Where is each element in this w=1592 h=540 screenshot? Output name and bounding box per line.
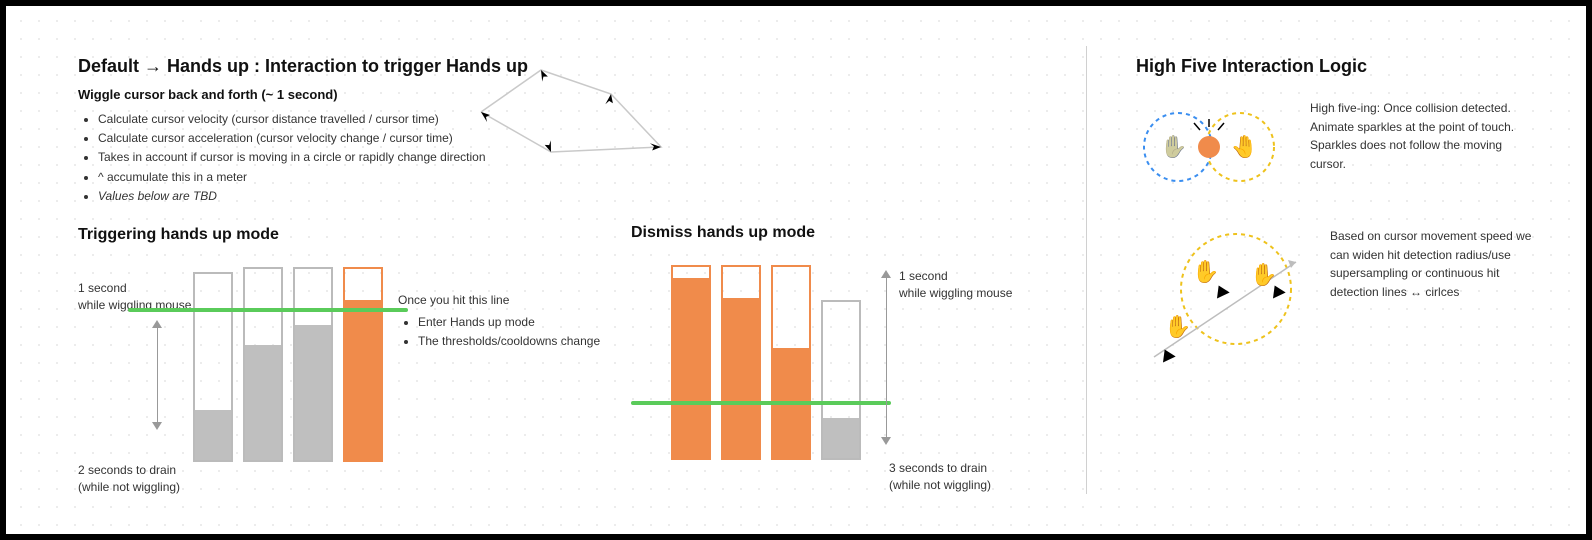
meter-bar bbox=[821, 300, 861, 460]
arrow-up-icon bbox=[879, 270, 893, 445]
bar-group bbox=[193, 267, 383, 462]
threshold-line bbox=[128, 308, 408, 312]
hand-yellow-icon: ✋ bbox=[1192, 261, 1219, 283]
down-time-label: 3 seconds to drain (while not wiggling) bbox=[889, 460, 1039, 494]
meter-bar bbox=[193, 272, 233, 462]
hifive-heading: High Five Interaction Logic bbox=[1136, 56, 1536, 77]
collision-figure: ✋ ✋ bbox=[1136, 99, 1286, 189]
meter-bar bbox=[243, 267, 283, 462]
meter-bar-active bbox=[671, 265, 711, 460]
meter-bar-active bbox=[721, 265, 761, 460]
triggering-chart: 1 second while wiggling mouse 2 seconds … bbox=[78, 252, 518, 492]
up-time-label: 1 second while wiggling mouse bbox=[899, 268, 1039, 302]
meter-bar-active bbox=[771, 265, 811, 460]
dismiss-section: Dismiss hands up mode 1 second while wig… bbox=[631, 224, 1061, 490]
triggering-heading: Triggering hands up mode bbox=[78, 226, 618, 244]
section-divider bbox=[1086, 46, 1087, 494]
hand-yellow-icon: ✋ bbox=[1250, 264, 1277, 286]
arrow-up-icon bbox=[150, 320, 164, 430]
hand-yellow-icon: ✋ bbox=[1230, 136, 1257, 158]
hitdetect-desc: Based on cursor movement speed we can wi… bbox=[1330, 227, 1536, 301]
wiggle-path-figure bbox=[461, 52, 691, 172]
threshold-note: Once you hit this line Enter Hands up mo… bbox=[398, 292, 618, 351]
triggering-section: Triggering hands up mode 1 second while … bbox=[78, 226, 618, 492]
threshold-note-item: The thresholds/cooldowns change bbox=[418, 332, 618, 351]
meter-bar bbox=[293, 267, 333, 462]
dismiss-heading: Dismiss hands up mode bbox=[631, 224, 1061, 242]
meter-bar-active bbox=[343, 267, 383, 462]
threshold-note-item: Enter Hands up mode bbox=[418, 313, 618, 332]
threshold-line bbox=[631, 401, 891, 405]
down-time-label: 2 seconds to drain (while not wiggling) bbox=[78, 462, 213, 496]
bullet-item-italic: Values below are TBD bbox=[98, 187, 638, 206]
hitdetect-figure: ✋ ✋ ✋ bbox=[1136, 227, 1306, 377]
hand-blue-tint bbox=[1163, 135, 1185, 159]
bar-group bbox=[671, 265, 861, 460]
dismiss-chart: 1 second while wiggling mouse 3 seconds … bbox=[631, 250, 1061, 490]
hifive-section: High Five Interaction Logic ✋ ✋ High fiv… bbox=[1136, 56, 1536, 377]
collision-desc: High five-ing: Once collision detected. … bbox=[1310, 99, 1536, 173]
threshold-note-title: Once you hit this line bbox=[398, 292, 618, 309]
hand-yellow-icon: ✋ bbox=[1164, 316, 1191, 338]
